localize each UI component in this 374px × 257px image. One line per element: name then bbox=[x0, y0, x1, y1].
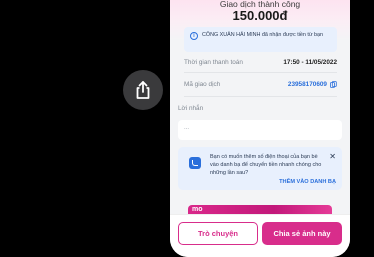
note-field[interactable]: ... bbox=[178, 120, 342, 140]
info-icon: i bbox=[190, 32, 198, 40]
share-icon bbox=[136, 81, 150, 99]
transaction-id-value: 23958170609 bbox=[287, 80, 327, 88]
payment-time-row: Thời gian thanh toán 17:50 - 11/05/2022 bbox=[184, 54, 337, 70]
chat-button[interactable]: Trò chuyện bbox=[178, 222, 258, 245]
share-image-button[interactable]: Chia sẻ ảnh này bbox=[262, 222, 342, 245]
share-button[interactable] bbox=[123, 70, 163, 110]
payment-time-value: 17:50 - 11/05/2022 bbox=[283, 58, 337, 66]
transaction-id-row[interactable]: Mã giao dịch 23958170609 bbox=[184, 76, 337, 92]
phone-book-icon bbox=[189, 157, 201, 169]
copy-icon bbox=[330, 80, 337, 88]
payment-time-label: Thời gian thanh toán bbox=[184, 58, 243, 66]
receipt-sheet: Giao dịch thành công 150.000đ i CÔNG XUÂ… bbox=[170, 0, 350, 257]
add-to-contacts-link[interactable]: THÊM VÀO DANH BẠ bbox=[279, 179, 336, 185]
receipt-phone: Giao dịch thành công 150.000đ i CÔNG XUÂ… bbox=[170, 0, 350, 257]
recipient-info-box: i CÔNG XUÂN HẢI MINH đã nhận được tiền t… bbox=[184, 27, 337, 52]
transaction-id-link[interactable]: 23958170609 bbox=[288, 81, 337, 88]
close-icon[interactable]: ✕ bbox=[329, 152, 336, 161]
divider bbox=[184, 96, 337, 97]
recipient-info-text: CÔNG XUÂN HẢI MINH đã nhận được tiền từ … bbox=[202, 32, 324, 38]
bottom-action-bar: Trò chuyện Chia sẻ ảnh này bbox=[170, 214, 350, 257]
screen: Giao dịch thành công 150.000đ i CÔNG XUÂ… bbox=[0, 0, 374, 257]
add-contact-box: Bạn có muốn thêm số điện thoại của bạn b… bbox=[178, 147, 342, 190]
divider bbox=[184, 72, 337, 73]
note-label: Lời nhắn bbox=[178, 105, 204, 112]
transaction-amount: 150.000đ bbox=[232, 8, 288, 23]
transaction-id-label: Mã giao dịch bbox=[184, 80, 221, 88]
add-contact-prompt: Bạn có muốn thêm số điện thoại của bạn b… bbox=[210, 154, 322, 176]
promo-banner-text: mo bbox=[192, 206, 203, 213]
